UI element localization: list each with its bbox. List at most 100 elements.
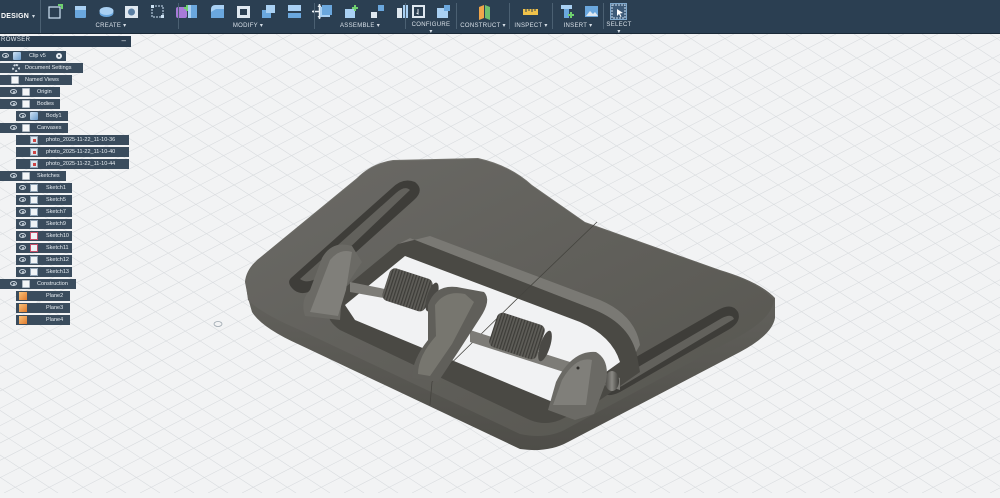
tree-item-document-settings[interactable]: Document Settings: [0, 63, 83, 73]
folder-icon: [22, 172, 30, 180]
combine-icon[interactable]: [260, 3, 277, 20]
fillet-icon[interactable]: [209, 3, 226, 20]
joint-icon[interactable]: [343, 3, 360, 20]
assemble-label[interactable]: ASSEMBLE ▾: [318, 22, 402, 29]
revolve-icon[interactable]: [98, 3, 115, 20]
configure-icon[interactable]: [410, 3, 427, 20]
canvas-image-icon: [30, 148, 38, 156]
body-icon: [30, 112, 38, 120]
tree-item-label: Sketch13: [46, 269, 69, 275]
eye-icon[interactable]: [10, 89, 17, 94]
select-icon[interactable]: [610, 3, 627, 20]
eye-icon[interactable]: [19, 269, 26, 274]
eye-icon[interactable]: [19, 113, 26, 118]
construct-label[interactable]: CONSTRUCT ▾: [460, 22, 506, 29]
tree-item-construction[interactable]: Construction: [0, 279, 76, 289]
tree-item-sketches[interactable]: Sketches: [0, 171, 66, 181]
sketch-icon: [30, 256, 38, 264]
sketch-icon: [30, 244, 38, 252]
plane-icon: [19, 292, 27, 300]
tree-item-label: Plane3: [46, 305, 64, 311]
tree-item-label: photo_2025-11-22_11-10-40: [46, 149, 116, 155]
insert-canvas-icon[interactable]: [583, 3, 600, 20]
toolbar: DESIGN ▾ CREATE ▾ MODIFY ▾ ASSEMBLE ▾ CO…: [0, 0, 1000, 35]
eye-icon[interactable]: [2, 53, 9, 58]
measure-icon[interactable]: [522, 3, 539, 20]
eye-icon[interactable]: [19, 185, 26, 190]
origin-marker: [213, 321, 223, 327]
tree-item-canvases[interactable]: Canvases: [0, 123, 68, 133]
tree-item-plane4[interactable]: Plane4: [16, 315, 70, 325]
eye-icon[interactable]: [10, 281, 17, 286]
tree-item-plane2[interactable]: Plane2: [16, 291, 70, 301]
collapse-panel-icon[interactable]: –: [122, 36, 126, 45]
create-label[interactable]: CREATE ▾: [47, 22, 175, 29]
tree-item-sketch7[interactable]: Sketch7: [16, 207, 72, 217]
tree-item-canvas-2[interactable]: photo_2025-11-22_11-10-40: [16, 147, 129, 157]
eye-icon[interactable]: [19, 245, 26, 250]
workspace-label: DESIGN: [1, 13, 30, 20]
tree-item-sketch10[interactable]: Sketch10: [16, 231, 72, 241]
tree-item-label: Named Views: [25, 77, 59, 83]
select-group: SELECT ▾: [604, 0, 634, 35]
tree-item-label: Sketch5: [46, 197, 66, 203]
tree-item-sketch12[interactable]: Sketch12: [16, 255, 72, 265]
component-icon: [13, 52, 21, 60]
eye-icon[interactable]: [19, 197, 26, 202]
eye-icon[interactable]: [19, 233, 26, 238]
root-label: Clip v5: [29, 53, 46, 59]
viewport-canvas[interactable]: [0, 33, 1000, 494]
tree-item-plane3[interactable]: Plane3: [16, 303, 70, 313]
insert-derive-icon[interactable]: [558, 3, 575, 20]
folder-icon: [11, 76, 19, 84]
tree-item-sketch13[interactable]: Sketch13: [16, 267, 72, 277]
tree-item-body1[interactable]: Body1: [16, 111, 68, 121]
split-icon[interactable]: [286, 3, 303, 20]
create-sketch-icon[interactable]: [47, 3, 64, 20]
create-group: CREATE ▾: [47, 0, 191, 33]
tree-item-origin[interactable]: Origin: [0, 87, 60, 97]
offset-plane-icon[interactable]: [476, 3, 493, 20]
workspace-switcher[interactable]: DESIGN ▾: [0, 0, 41, 33]
assemble-group: ASSEMBLE ▾: [318, 0, 409, 33]
hole-icon[interactable]: [123, 3, 140, 20]
construct-group: CONSTRUCT ▾: [460, 0, 506, 33]
root-component[interactable]: Clip v5: [0, 51, 66, 61]
plane-icon: [19, 304, 27, 312]
inspect-label[interactable]: INSPECT ▾: [513, 22, 549, 29]
tree-item-sketch1[interactable]: Sketch1: [16, 183, 72, 193]
tree-item-sketch9[interactable]: Sketch9: [16, 219, 72, 229]
model-viewport[interactable]: [0, 33, 1000, 494]
as-built-joint-icon[interactable]: [369, 3, 386, 20]
rigid-group-icon[interactable]: [394, 3, 411, 20]
tree-item-sketch11[interactable]: Sketch11: [16, 243, 72, 253]
tree-item-sketch5[interactable]: Sketch5: [16, 195, 72, 205]
new-component-icon[interactable]: [318, 3, 335, 20]
clip-body[interactable]: [245, 158, 775, 451]
insert-label[interactable]: INSERT ▾: [556, 22, 600, 29]
eye-icon[interactable]: [19, 209, 26, 214]
modify-label[interactable]: MODIFY ▾: [184, 22, 312, 29]
configuration-table-icon[interactable]: [435, 3, 452, 20]
eye-icon[interactable]: [10, 173, 17, 178]
eye-icon[interactable]: [19, 221, 26, 226]
eye-icon[interactable]: [19, 257, 26, 262]
tree-item-named-views[interactable]: Named Views: [0, 75, 72, 85]
shell-icon[interactable]: [235, 3, 252, 20]
press-pull-icon[interactable]: [184, 3, 201, 20]
tree-item-label: Sketches: [37, 173, 60, 179]
divider: [178, 3, 179, 29]
tree-item-label: Sketch7: [46, 209, 66, 215]
extrude-icon[interactable]: [72, 3, 89, 20]
box-icon[interactable]: [149, 3, 166, 20]
tree-item-label: photo_2025-11-22_11-10-44: [46, 161, 116, 167]
eye-icon[interactable]: [10, 101, 17, 106]
tree-item-label: Bodies: [37, 101, 54, 107]
radio-icon[interactable]: [56, 53, 62, 59]
plane-icon: [19, 316, 27, 324]
browser-title: ROWSER: [1, 37, 31, 43]
eye-icon[interactable]: [10, 125, 17, 130]
tree-item-canvas-1[interactable]: photo_2025-11-22_11-10-36: [16, 135, 129, 145]
tree-item-bodies[interactable]: Bodies: [0, 99, 60, 109]
tree-item-canvas-3[interactable]: photo_2025-11-22_11-10-44: [16, 159, 129, 169]
